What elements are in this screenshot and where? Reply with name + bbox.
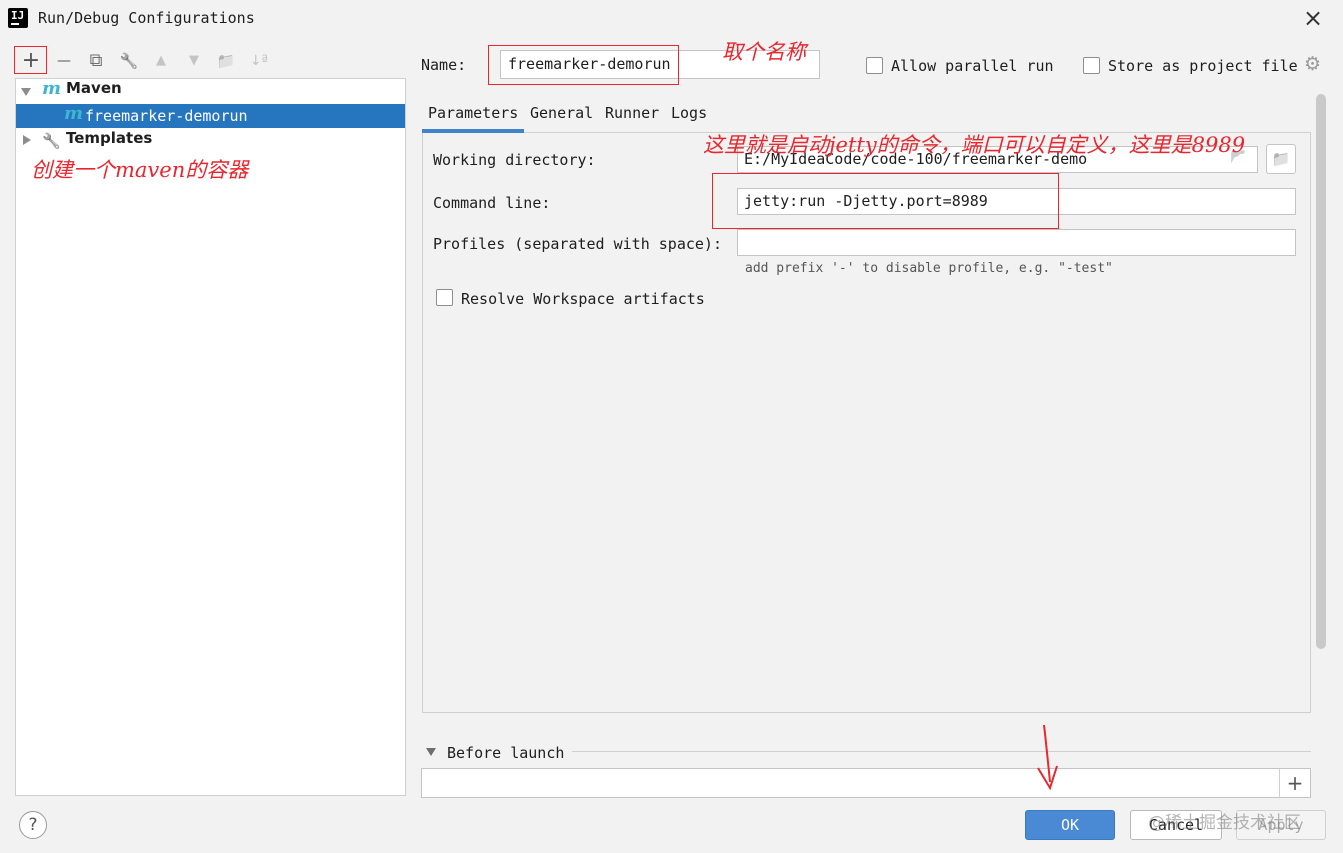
tab-runner[interactable]: Runner [605, 103, 659, 129]
tab-logs[interactable]: Logs [671, 103, 707, 129]
annotation-command: 这里就是启动jetty的命令，端口可以自定义，这里是8989 [703, 133, 1246, 157]
move-up-icon[interactable]: ▲ [148, 48, 174, 74]
annotation-arrow [1037, 724, 1058, 791]
command-line-label: Command line: [433, 194, 551, 212]
close-icon[interactable]: × [1300, 6, 1326, 32]
store-project-label: Store as project file [1108, 57, 1298, 75]
allow-parallel-label: Allow parallel run [891, 57, 1054, 75]
profiles-input[interactable] [737, 229, 1296, 256]
tree-item-maven[interactable]: m Maven [16, 78, 405, 103]
tree-item-label: Maven [66, 79, 122, 97]
tree-item-config[interactable]: m freemarker-demorun [16, 103, 405, 128]
scrollbar[interactable] [1316, 94, 1326, 649]
divider [1279, 769, 1280, 798]
sort-icon[interactable]: ↓ª [246, 48, 272, 74]
copy-icon[interactable]: ⧉ [83, 48, 109, 74]
add-icon[interactable]: + [18, 48, 44, 74]
collapse-arrow-icon[interactable] [426, 748, 436, 756]
tree-item-label: Templates [66, 129, 153, 147]
allow-parallel-checkbox[interactable] [866, 57, 883, 74]
wrench-icon: 🔧 [42, 132, 61, 150]
profiles-label: Profiles (separated with space): [433, 235, 722, 253]
section-separator [572, 751, 1311, 752]
window-title: Run/Debug Configurations [38, 9, 255, 27]
configuration-tree: m Maven m freemarker-demorun 🔧 Templates [15, 78, 406, 796]
watermark: @稀土掘金技术社区 [1148, 813, 1301, 833]
annotation-maven: 创建一个maven的容器 [31, 158, 249, 182]
tab-parameters[interactable]: Parameters [428, 103, 518, 129]
before-launch-list[interactable] [421, 768, 1311, 798]
help-button[interactable]: ? [19, 811, 47, 839]
resolve-workspace-label: Resolve Workspace artifacts [461, 290, 705, 308]
maven-icon: m [64, 103, 84, 124]
working-directory-label: Working directory: [433, 151, 596, 169]
annotation-name: 取个名称 [722, 40, 806, 64]
wrench-icon[interactable]: 🔧 [116, 48, 142, 74]
ok-button[interactable]: OK [1025, 810, 1115, 840]
tab-general[interactable]: General [530, 103, 593, 129]
tree-item-templates[interactable]: 🔧 Templates [16, 129, 405, 153]
before-launch-label[interactable]: Before launch [447, 744, 564, 762]
move-down-icon[interactable]: ▼ [181, 48, 207, 74]
gear-icon[interactable]: ⚙ [1304, 53, 1321, 75]
name-label: Name: [421, 56, 467, 74]
tree-item-label: freemarker-demorun [85, 107, 248, 125]
resolve-workspace-checkbox[interactable] [436, 289, 453, 306]
maven-icon: m [42, 78, 62, 99]
remove-icon[interactable]: — [51, 48, 77, 74]
profiles-hint: add prefix '-' to disable profile, e.g. … [745, 261, 1113, 276]
command-highlight-box [712, 173, 1059, 229]
intellij-app-icon: IJ [6, 6, 30, 30]
folder-icon[interactable]: 📁 [213, 48, 239, 74]
name-highlight-box [488, 45, 679, 85]
expand-arrow-icon[interactable] [21, 88, 31, 96]
before-launch-add-icon[interactable]: + [1284, 770, 1306, 796]
collapse-arrow-icon[interactable] [23, 135, 31, 145]
macro-button[interactable]: 📁 [1266, 144, 1296, 174]
store-project-checkbox[interactable] [1083, 57, 1100, 74]
